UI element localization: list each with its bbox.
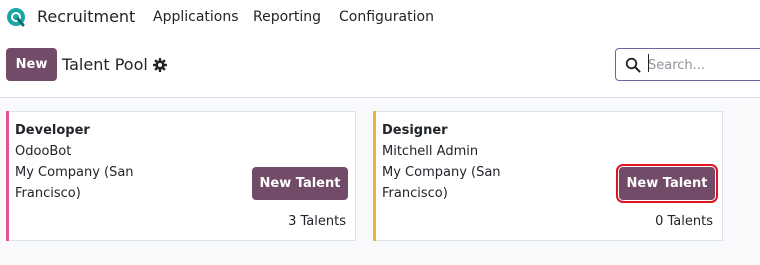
card-owner: OdooBot bbox=[15, 144, 72, 159]
new-talent-button[interactable]: New Talent bbox=[616, 164, 718, 203]
talent-count[interactable]: 3 Talents bbox=[288, 212, 346, 232]
gear-icon[interactable] bbox=[153, 57, 167, 72]
page-title: Talent Pool bbox=[62, 55, 148, 74]
app-name[interactable]: Recruitment bbox=[37, 6, 135, 28]
menu-applications[interactable]: Applications bbox=[153, 8, 239, 26]
search-input[interactable] bbox=[648, 54, 758, 76]
new-button[interactable]: New bbox=[6, 48, 57, 81]
recruitment-app-icon[interactable] bbox=[6, 7, 26, 27]
card-company-line1: My Company (San bbox=[382, 165, 501, 180]
menu-reporting[interactable]: Reporting bbox=[253, 8, 321, 26]
search-icon bbox=[625, 57, 641, 73]
card-company-line2: Francisco) bbox=[382, 186, 448, 201]
text-caret bbox=[648, 54, 649, 72]
card-color-accent bbox=[373, 111, 376, 241]
talent-pool-card-developer[interactable]: Developer OdooBot My Company (San Franci… bbox=[6, 111, 356, 241]
menu-configuration[interactable]: Configuration bbox=[339, 8, 434, 26]
card-color-accent bbox=[6, 111, 9, 241]
talent-count[interactable]: 0 Talents bbox=[655, 212, 713, 232]
card-company-line2: Francisco) bbox=[15, 186, 81, 201]
card-title: Developer bbox=[15, 123, 90, 138]
search-box[interactable] bbox=[615, 48, 760, 81]
new-talent-button[interactable]: New Talent bbox=[252, 167, 348, 200]
card-owner: Mitchell Admin bbox=[382, 144, 479, 159]
talent-pool-card-designer[interactable]: Designer Mitchell Admin My Company (San … bbox=[373, 111, 723, 241]
top-navbar: Recruitment Applications Reporting Confi… bbox=[0, 0, 760, 34]
card-company-line1: My Company (San bbox=[15, 165, 134, 180]
control-panel: New Talent Pool bbox=[0, 34, 760, 98]
card-title: Designer bbox=[382, 123, 448, 138]
